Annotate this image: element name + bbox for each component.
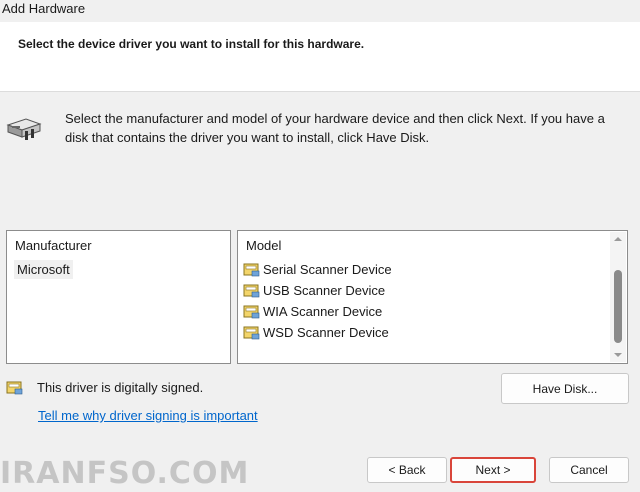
model-list-scrollbar[interactable] [610,232,626,362]
model-header: Model [246,238,282,253]
signed-driver-icon [6,381,23,395]
model-label: WIA Scanner Device [263,303,383,319]
model-list[interactable]: Model Serial Scanner Device USB Scanner … [237,230,628,364]
wizard-description: Select the manufacturer and model of you… [65,111,605,145]
window-title: Add Hardware [2,1,86,16]
model-item-wia-scanner[interactable]: WIA Scanner Device [243,301,382,321]
driver-package-icon [243,284,260,297]
manufacturer-list[interactable]: Manufacturer Microsoft [6,230,231,364]
title-bar: Add Hardware [0,0,640,22]
model-label: USB Scanner Device [263,282,386,298]
model-label: Serial Scanner Device [263,261,392,277]
signing-status: This driver is digitally signed. [6,380,203,395]
model-item-wsd-scanner[interactable]: WSD Scanner Device [243,322,389,342]
next-button[interactable]: Next > [450,457,536,483]
scroll-thumb[interactable] [614,270,622,343]
manufacturer-item-microsoft[interactable]: Microsoft [14,260,73,279]
cancel-button[interactable]: Cancel [549,457,629,483]
scroll-up-icon[interactable] [614,237,622,241]
scroll-down-icon[interactable] [614,353,622,357]
driver-package-icon [243,326,260,339]
back-button[interactable]: < Back [367,457,447,483]
have-disk-button[interactable]: Have Disk... [501,373,629,404]
model-label: WSD Scanner Device [263,324,389,340]
manufacturer-header: Manufacturer [15,238,92,253]
model-item-usb-scanner[interactable]: USB Scanner Device [243,280,385,300]
driver-signing-link[interactable]: Tell me why driver signing is important [38,408,258,423]
model-item-serial-scanner[interactable]: Serial Scanner Device [243,259,392,279]
wizard-content: Select the manufacturer and model of you… [0,93,640,492]
scanner-hardware-icon [6,118,42,140]
wizard-header: Select the device driver you want to ins… [0,22,640,92]
signing-status-text: This driver is digitally signed. [37,380,204,395]
driver-package-icon [243,305,260,318]
driver-package-icon [243,263,260,276]
header-instruction: Select the device driver you want to ins… [18,37,365,51]
watermark: IRANFSO.COM [0,456,250,491]
